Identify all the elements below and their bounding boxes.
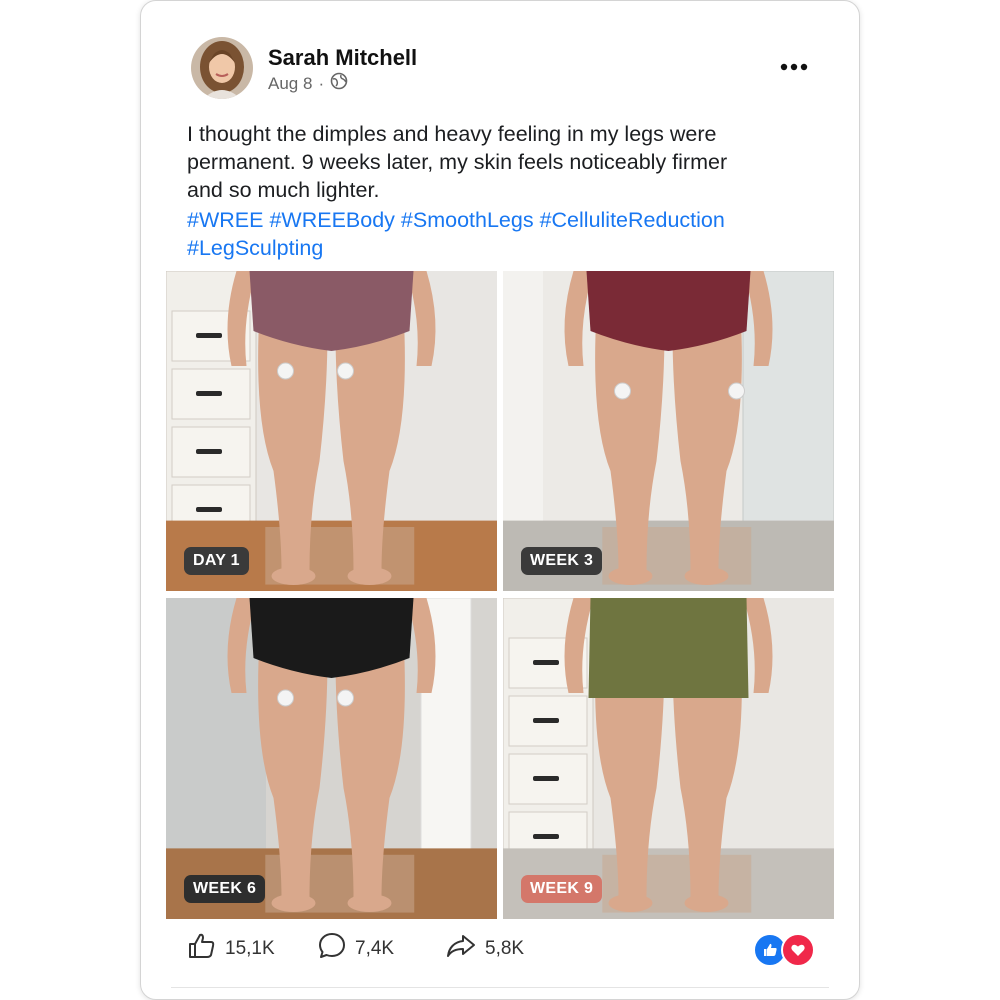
love-reaction-icon <box>781 933 815 967</box>
reaction-summary[interactable] <box>753 933 815 967</box>
post-meta: Aug 8 · <box>268 72 348 95</box>
author-name[interactable]: Sarah Mitchell <box>268 45 417 71</box>
hashtag-list: #WREE #WREEBody #SmoothLegs #CelluliteRe… <box>187 206 827 262</box>
photo-label: WEEK 9 <box>521 875 603 903</box>
photo-week-6[interactable]: WEEK 6 <box>166 598 497 919</box>
photo-label: DAY 1 <box>184 547 249 575</box>
hashtag-link[interactable]: #WREEBody <box>269 208 394 232</box>
post-text-line: permanent. 9 weeks later, my skin feels … <box>187 150 728 174</box>
action-bar: 15,1K 7,4K 5,8K <box>187 929 815 969</box>
hashtag-link[interactable]: #WREE <box>187 208 263 232</box>
photo-label: WEEK 3 <box>521 547 603 575</box>
like-button[interactable]: 15,1K <box>187 929 275 969</box>
hashtag-link[interactable]: #SmoothLegs <box>401 208 534 232</box>
comment-count: 7,4K <box>355 938 395 959</box>
avatar[interactable] <box>191 37 253 99</box>
hashtag-link[interactable]: #LegSculpting <box>187 236 323 260</box>
thumbs-up-icon <box>187 931 217 967</box>
post-text-line: I thought the dimples and heavy feeling … <box>187 122 717 146</box>
post-text-line: and so much lighter. <box>187 178 380 202</box>
photo-label: WEEK 6 <box>184 875 266 903</box>
comment-bubble-icon <box>317 931 347 967</box>
share-button[interactable]: 5,8K <box>445 929 524 969</box>
globe-icon <box>330 72 348 95</box>
hashtag-link[interactable]: #CelluliteReduction <box>540 208 725 232</box>
share-count: 5,8K <box>485 938 525 959</box>
meta-separator: · <box>318 73 325 93</box>
post-date[interactable]: Aug 8 <box>268 74 312 94</box>
post-card: Sarah Mitchell Aug 8 · I thought the dim… <box>140 0 860 1000</box>
photo-week-9[interactable]: WEEK 9 <box>503 598 834 919</box>
comment-button[interactable]: 7,4K <box>317 929 394 969</box>
divider <box>171 987 829 988</box>
photo-week-3[interactable]: WEEK 3 <box>503 271 834 591</box>
post-text: I thought the dimples and heavy feeling … <box>187 120 827 204</box>
share-arrow-icon <box>445 931 477 967</box>
photo-day-1[interactable]: DAY 1 <box>166 271 497 591</box>
more-options-icon[interactable] <box>777 53 811 81</box>
like-count: 15,1K <box>225 938 275 959</box>
